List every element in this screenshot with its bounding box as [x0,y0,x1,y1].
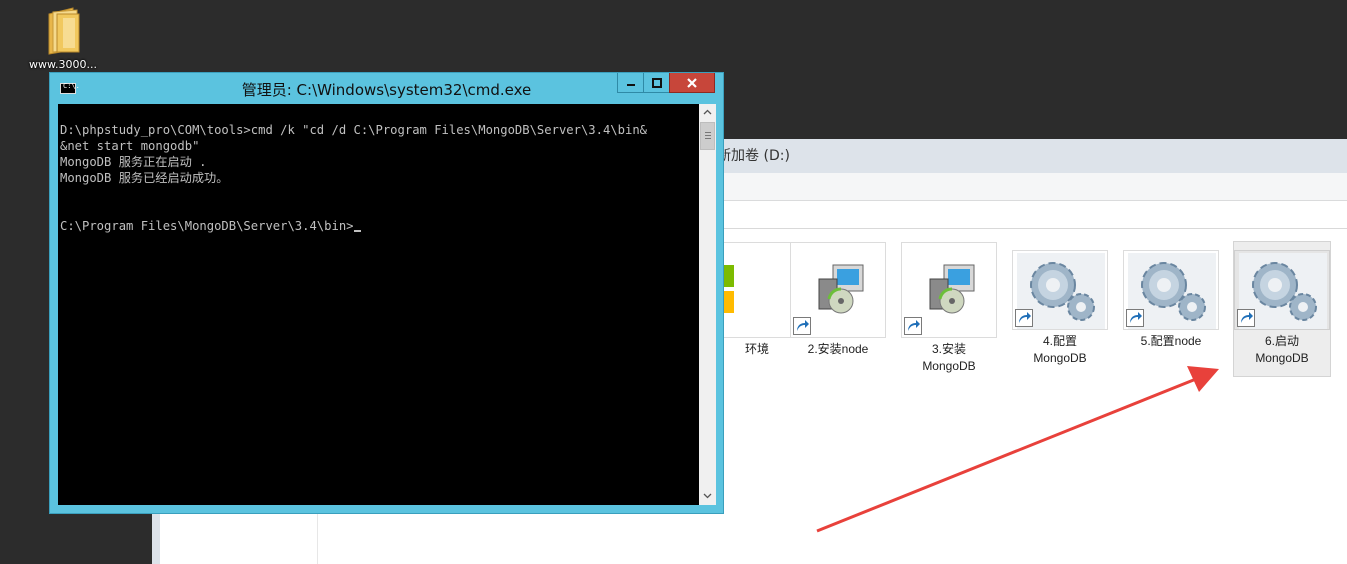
window-controls [617,73,715,93]
file-label: 2.安装node [807,342,869,356]
close-icon [687,77,697,88]
file-label: 6.启动 MongoDB [1255,334,1309,365]
cmd-line: D:\phpstudy_pro\COM\tools>cmd /k "cd /d … [60,123,647,137]
desktop-folder[interactable]: www.3000... [24,4,102,71]
scroll-thumb[interactable] [700,122,715,150]
minimize-button[interactable] [617,73,644,93]
file-item-install-mongodb[interactable]: 3.安装 MongoDB [901,242,997,375]
file-label: 4.配置 MongoDB [1033,334,1087,365]
shortcut-arrow-icon [1237,309,1255,327]
chevron-down-icon [703,493,712,499]
folder-icon [48,7,80,55]
cmd-window[interactable]: C:\. 管理员: C:\Windows\system32\cmd.exe D:… [49,72,724,514]
cmd-titlebar[interactable]: C:\. 管理员: C:\Windows\system32\cmd.exe [50,73,723,103]
cmd-output: D:\phpstudy_pro\COM\tools>cmd /k "cd /d … [60,122,697,234]
shortcut-arrow-icon [1126,309,1144,327]
maximize-button[interactable] [643,73,670,93]
shortcut-arrow-icon [904,317,922,335]
cmd-cursor [353,230,361,232]
cmd-line: &net start mongodb" [60,139,200,153]
scroll-down-button[interactable] [699,488,716,505]
cmd-line: MongoDB 服务已经启动成功。 [60,171,229,185]
desktop-folder-label: www.3000... [29,58,97,71]
file-thumbnail [1123,250,1219,330]
file-thumbnail [901,242,997,338]
cmd-scrollbar[interactable] [699,104,716,505]
close-button[interactable] [669,73,715,93]
shortcut-arrow-icon [793,317,811,335]
cmd-line: MongoDB 服务正在启动 . [60,155,207,169]
file-item-config-node[interactable]: 5.配置node [1123,250,1219,350]
scroll-up-button[interactable] [699,104,716,121]
minimize-icon [626,83,635,86]
file-label: 3.安装 MongoDB [922,342,976,373]
chevron-up-icon [703,109,712,115]
file-item-install-node[interactable]: 2.安装node [790,242,886,358]
file-thumbnail [1012,250,1108,330]
shortcut-arrow-icon [1015,309,1033,327]
file-label: 5.配置node [1140,334,1202,348]
file-thumbnail [1234,250,1330,330]
file-item-config-mongodb[interactable]: 4.配置 MongoDB [1012,250,1108,367]
cmd-console[interactable]: D:\phpstudy_pro\COM\tools>cmd /k "cd /d … [58,104,699,505]
file-thumbnail [790,242,886,338]
cmd-prompt: C:\Program Files\MongoDB\Server\3.4\bin> [60,219,354,233]
maximize-icon [651,77,662,88]
file-item-start-mongodb[interactable]: 6.启动 MongoDB [1233,241,1331,377]
